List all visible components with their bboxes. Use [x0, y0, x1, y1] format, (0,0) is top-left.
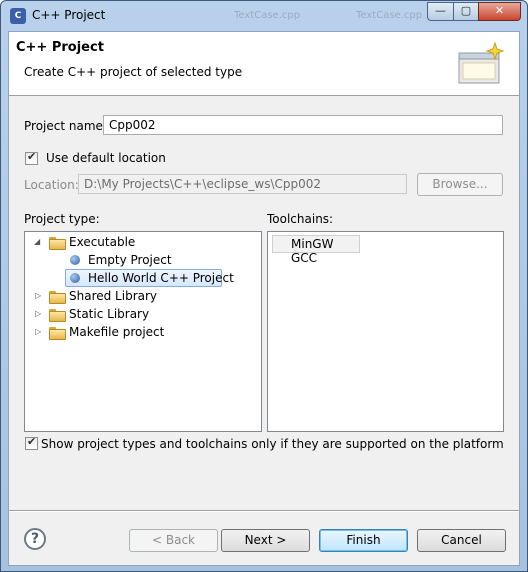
- eclipse-app-icon: C: [10, 8, 26, 24]
- minimize-button[interactable]: —: [427, 2, 453, 21]
- tree-item-label: Executable: [69, 235, 136, 249]
- tree-item-label: Shared Library: [69, 289, 158, 303]
- location-input[interactable]: D:\My Projects\C++\eclipse_ws\Cpp002: [78, 174, 407, 194]
- tree-item-label: Empty Project: [88, 253, 172, 267]
- cancel-button[interactable]: Cancel: [417, 529, 506, 552]
- close-button[interactable]: ✕: [478, 2, 521, 21]
- window-title: C++ Project: [32, 8, 106, 22]
- project-template-icon: [70, 255, 80, 265]
- wizard-header: C++ Project Create C++ project of select…: [9, 32, 519, 96]
- show-supported-only-checkbox[interactable]: [25, 435, 38, 450]
- tree-item-hello-world[interactable]: Hello World C++ Project: [25, 269, 261, 287]
- toolchains-list[interactable]: MinGW GCC: [267, 231, 504, 432]
- tree-item-shared-library[interactable]: ▷ Shared Library: [25, 287, 261, 305]
- use-default-location-label: Use default location: [46, 151, 166, 165]
- tree-item-makefile-project[interactable]: ▷ Makefile project: [25, 323, 261, 341]
- project-type-label: Project type:: [24, 212, 100, 226]
- new-project-wizard-icon: [458, 41, 505, 84]
- tree-item-label: Static Library: [69, 307, 150, 321]
- title-bar[interactable]: C C++ Project TextCase.cpp TextCase.cpp …: [1, 1, 527, 31]
- tree-item-static-library[interactable]: ▷ Static Library: [25, 305, 261, 323]
- use-default-location-checkbox[interactable]: [25, 150, 38, 165]
- expanded-arrow-icon[interactable]: ◢: [34, 233, 43, 251]
- next-button[interactable]: Next >: [221, 529, 310, 552]
- toolchains-label: Toolchains:: [267, 212, 334, 226]
- folder-icon: [49, 327, 66, 340]
- collapsed-arrow-icon[interactable]: ▷: [35, 287, 44, 305]
- tree-item-label: Hello World C++ Project: [88, 271, 234, 285]
- tree-item-empty-project[interactable]: Empty Project: [25, 251, 261, 269]
- tree-item-label: Makefile project: [69, 325, 165, 339]
- collapsed-arrow-icon[interactable]: ▷: [35, 305, 44, 323]
- wizard-description: Create C++ project of selected type: [24, 65, 243, 79]
- browse-button[interactable]: Browse...: [417, 173, 503, 196]
- project-name-label: Project name:: [24, 119, 107, 133]
- folder-icon: [49, 237, 66, 250]
- location-label: Location:: [24, 178, 79, 192]
- back-button[interactable]: < Back: [129, 529, 218, 552]
- wizard-title: C++ Project: [16, 40, 104, 55]
- finish-button[interactable]: Finish: [319, 529, 408, 552]
- background-tab-label: TextCase.cpp: [234, 10, 301, 21]
- maximize-button[interactable]: ▢: [453, 2, 478, 21]
- project-type-tree[interactable]: ◢ Executable Empty Project Hello World C…: [24, 231, 262, 432]
- dialog-window: C C++ Project TextCase.cpp TextCase.cpp …: [0, 0, 528, 572]
- collapsed-arrow-icon[interactable]: ▷: [35, 323, 44, 341]
- folder-icon: [49, 291, 66, 304]
- folder-icon: [49, 309, 66, 322]
- help-icon[interactable]: ?: [24, 528, 46, 550]
- show-supported-only-label: Show project types and toolchains only i…: [41, 437, 504, 451]
- project-name-input[interactable]: Cpp002: [103, 115, 503, 135]
- project-template-icon: [70, 273, 80, 283]
- tree-item-executable[interactable]: ◢ Executable: [25, 233, 261, 251]
- background-tab-label: TextCase.cpp: [356, 10, 423, 21]
- window-controls: — ▢ ✕: [427, 2, 521, 21]
- dialog-content: C++ Project Create C++ project of select…: [8, 31, 520, 566]
- toolchain-item-mingw-gcc[interactable]: MinGW GCC: [272, 235, 360, 265]
- toolchain-item-label: MinGW GCC: [291, 237, 334, 265]
- button-bar-separator: [9, 510, 519, 512]
